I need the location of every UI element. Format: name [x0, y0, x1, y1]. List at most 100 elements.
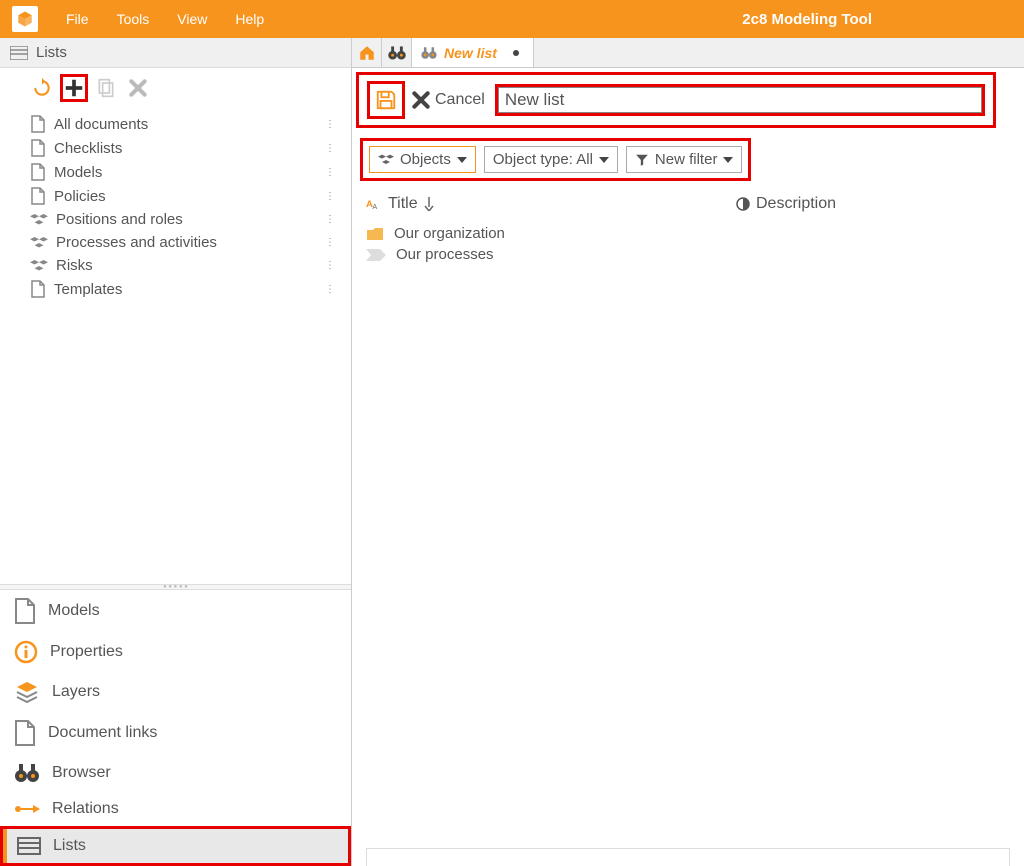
- binoculars-icon: [420, 46, 438, 60]
- dropdown-label: Objects: [400, 151, 451, 168]
- category-label: All documents: [54, 116, 148, 133]
- left-panel: Lists All documents ⋮ C: [0, 38, 352, 866]
- list-title-input[interactable]: [498, 87, 982, 113]
- relations-icon: [14, 802, 40, 816]
- document-icon: [30, 187, 46, 205]
- cancel-label: Cancel: [435, 91, 485, 109]
- drag-handle-icon: ⋮: [325, 261, 335, 271]
- nav-browser[interactable]: Browser: [0, 754, 351, 792]
- category-processes-activities[interactable]: Processes and activities ⋮: [6, 231, 345, 254]
- tabs-row: New list: [352, 38, 1024, 68]
- list-icon: [17, 837, 41, 855]
- copy-button[interactable]: [92, 74, 120, 102]
- category-label: Risks: [56, 257, 93, 274]
- list-icon: [10, 46, 28, 60]
- bottom-panel-edge: [366, 848, 1010, 866]
- title-input-highlight: [495, 84, 985, 116]
- active-indicator: [3, 829, 7, 863]
- drag-handle-icon: ⋮: [325, 215, 335, 225]
- circle-icon: [736, 197, 750, 211]
- result-row-processes[interactable]: Our processes: [366, 244, 1010, 265]
- home-icon: [358, 44, 376, 62]
- folder-icon: [366, 227, 384, 241]
- plus-icon: [63, 77, 85, 99]
- menu-file[interactable]: File: [66, 11, 89, 27]
- nav-lists[interactable]: Lists: [0, 826, 351, 866]
- refresh-icon: [32, 78, 52, 98]
- document-icon: [14, 598, 36, 624]
- category-policies[interactable]: Policies ⋮: [6, 184, 345, 208]
- nav-label: Models: [48, 602, 100, 620]
- nav-document-links[interactable]: Document links: [0, 712, 351, 754]
- editor-toolbar: Cancel: [356, 72, 996, 128]
- save-button[interactable]: [372, 86, 400, 114]
- delete-button[interactable]: [124, 74, 152, 102]
- main-area: Lists All documents ⋮ C: [0, 38, 1024, 866]
- save-button-highlight: [367, 81, 405, 119]
- nav-layers[interactable]: Layers: [0, 672, 351, 712]
- filters-highlight: Objects Object type: All New filter: [360, 138, 751, 181]
- app-logo: [12, 6, 38, 32]
- close-x-icon: [128, 78, 148, 98]
- document-icon: [30, 139, 46, 157]
- nav-relations[interactable]: Relations: [0, 792, 351, 826]
- menu-view[interactable]: View: [177, 11, 207, 27]
- category-label: Models: [54, 164, 102, 181]
- dropdown-label: Object type: All: [493, 151, 593, 168]
- left-toolbar: [0, 68, 351, 108]
- object-type-dropdown[interactable]: Object type: All: [484, 146, 618, 173]
- refresh-button[interactable]: [28, 74, 56, 102]
- close-x-icon: [411, 90, 431, 110]
- tab-new-list[interactable]: New list: [412, 38, 534, 67]
- column-title[interactable]: AA Title: [366, 195, 736, 213]
- category-list: All documents ⋮ Checklists ⋮ Models ⋮ Po…: [0, 108, 351, 313]
- text-sort-icon: AA: [366, 197, 382, 211]
- home-tab-button[interactable]: [352, 38, 382, 67]
- category-models[interactable]: Models ⋮: [6, 160, 345, 184]
- dropdown-label: New filter: [655, 151, 718, 168]
- filter-icon: [635, 153, 649, 167]
- save-icon: [375, 89, 397, 111]
- column-label: Title: [388, 195, 418, 213]
- drag-handle-icon: ⋮: [325, 167, 335, 177]
- nav-label: Relations: [52, 800, 119, 818]
- category-templates[interactable]: Templates ⋮: [6, 277, 345, 301]
- cube-logo-icon: [16, 10, 34, 28]
- cubes-icon: [30, 235, 48, 251]
- nav-label: Layers: [52, 683, 100, 701]
- category-all-documents[interactable]: All documents ⋮: [6, 112, 345, 136]
- category-positions-roles[interactable]: Positions and roles ⋮: [6, 208, 345, 231]
- result-row-organization[interactable]: Our organization: [366, 223, 1010, 244]
- info-icon: [14, 640, 38, 664]
- new-filter-dropdown[interactable]: New filter: [626, 146, 743, 173]
- left-panel-header: Lists: [0, 38, 351, 68]
- left-panel-title: Lists: [36, 44, 67, 61]
- nav-label: Properties: [50, 643, 123, 661]
- category-label: Checklists: [54, 140, 122, 157]
- svg-text:A: A: [372, 202, 377, 211]
- category-checklists[interactable]: Checklists ⋮: [6, 136, 345, 160]
- column-description[interactable]: Description: [736, 195, 836, 213]
- empty-space: [352, 269, 1024, 838]
- nav-models[interactable]: Models: [0, 590, 351, 632]
- top-menubar: File Tools View Help 2c8 Modeling Tool: [0, 0, 1024, 38]
- browser-tab-button[interactable]: [382, 38, 412, 67]
- cancel-button[interactable]: Cancel: [411, 90, 485, 110]
- category-risks[interactable]: Risks ⋮: [6, 254, 345, 277]
- unsaved-indicator-icon: [513, 50, 519, 56]
- drag-handle-icon: ⋮: [325, 143, 335, 153]
- menu-tools[interactable]: Tools: [117, 11, 150, 27]
- category-label: Processes and activities: [56, 234, 217, 251]
- layers-icon: [14, 680, 40, 704]
- add-button[interactable]: [60, 74, 88, 102]
- document-icon: [30, 280, 46, 298]
- column-headers: AA Title Description: [352, 181, 1024, 219]
- objects-dropdown[interactable]: Objects: [369, 146, 476, 173]
- menu-help[interactable]: Help: [235, 11, 264, 27]
- filters-area: Objects Object type: All New filter: [360, 138, 1016, 181]
- nav-properties[interactable]: Properties: [0, 632, 351, 672]
- nav-label: Document links: [48, 724, 157, 742]
- category-label: Policies: [54, 188, 106, 205]
- copy-icon: [96, 78, 116, 98]
- chevron-down-icon: [723, 157, 733, 163]
